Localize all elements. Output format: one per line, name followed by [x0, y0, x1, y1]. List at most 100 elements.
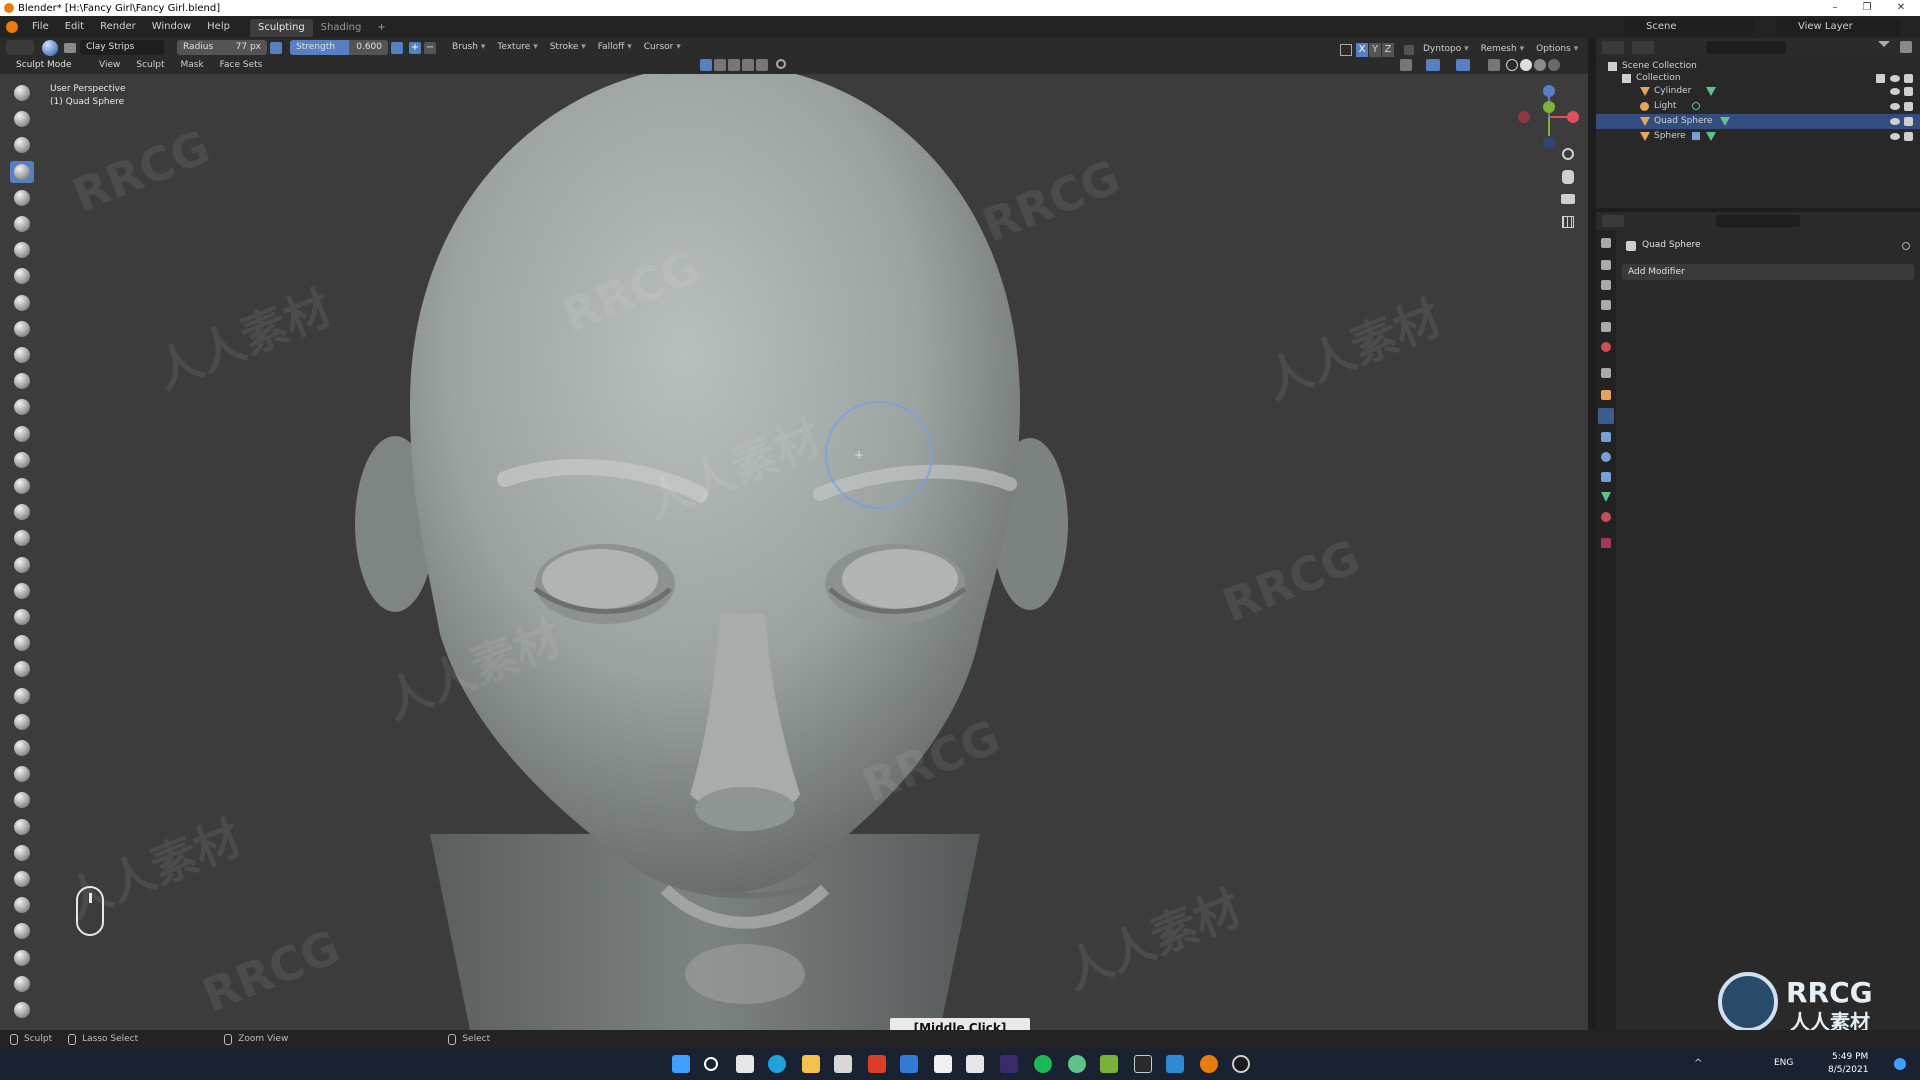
sculpt-tool-button[interactable] [10, 947, 34, 969]
outliner-item-cylinder[interactable]: Cylinder [1596, 84, 1920, 99]
symmetry-z-toggle[interactable]: Z [1382, 42, 1394, 57]
menu-sculpt[interactable]: Sculpt [128, 57, 172, 74]
properties-search-input[interactable] [1716, 215, 1800, 227]
mail-icon[interactable] [900, 1055, 918, 1073]
sculpt-tool-button[interactable] [10, 816, 34, 838]
eye-icon[interactable] [1890, 75, 1900, 82]
grid-view-icon[interactable] [1562, 216, 1574, 228]
add-direction-button[interactable]: + [409, 41, 421, 54]
add-modifier-button[interactable]: Add Modifier [1622, 264, 1914, 280]
close-button[interactable]: ✕ [1886, 0, 1916, 16]
task-view-icon[interactable] [736, 1055, 754, 1073]
sculpt-tool-button[interactable] [10, 632, 34, 654]
sculpt-tool-button[interactable] [10, 763, 34, 785]
brush-browse-icon[interactable] [64, 42, 76, 53]
sculpt-tool-button[interactable] [10, 265, 34, 287]
sculpt-tool-button[interactable] [10, 894, 34, 916]
gizmo-icon[interactable] [1426, 59, 1440, 71]
menu-help[interactable]: Help [199, 16, 238, 38]
sculpt-tool-button[interactable] [10, 658, 34, 680]
sculpt-tool-button[interactable] [10, 527, 34, 549]
outliner-search-input[interactable] [1706, 41, 1786, 54]
epic-icon[interactable] [1134, 1055, 1152, 1073]
app-icon[interactable] [966, 1055, 984, 1073]
texture-menu[interactable]: Texture [491, 38, 543, 57]
sculpt-tool-button[interactable] [10, 842, 34, 864]
sculpt-tool-button[interactable] [10, 239, 34, 261]
filter-icon[interactable] [1878, 41, 1890, 53]
output-tab-icon[interactable] [1601, 280, 1611, 290]
menu-view[interactable]: View [91, 57, 128, 74]
date-label[interactable]: 8/5/2021 [1828, 1065, 1868, 1075]
strength-pressure-icon[interactable] [391, 41, 403, 54]
symmetry-x-toggle[interactable]: X [1356, 42, 1368, 57]
overlay-icon[interactable] [1456, 59, 1470, 71]
notepad-icon[interactable] [934, 1055, 952, 1073]
mesh-icon[interactable] [728, 59, 740, 71]
sculpt-tool-button[interactable] [10, 187, 34, 209]
brush-name-field[interactable]: Clay Strips [80, 40, 164, 55]
sculpt-tool-button[interactable] [10, 580, 34, 602]
camera-render-icon[interactable] [1904, 87, 1913, 96]
blender-taskbar-icon[interactable] [1200, 1055, 1218, 1073]
maximize-button[interactable]: ❐ [1852, 0, 1882, 16]
physics-tab-icon[interactable] [1601, 452, 1611, 462]
falloff-menu[interactable]: Falloff [592, 38, 638, 57]
eye-icon[interactable] [1890, 118, 1900, 125]
new-collection-icon[interactable] [1900, 41, 1912, 53]
face-icon[interactable] [742, 59, 754, 71]
outliner-item-light[interactable]: Light [1596, 99, 1920, 114]
sculpt-tool-button[interactable] [10, 344, 34, 366]
view-layer-tab-icon[interactable] [1601, 300, 1611, 310]
particles-tab-icon[interactable] [1601, 432, 1611, 442]
material-shading-icon[interactable] [1534, 59, 1546, 71]
exclude-checkbox[interactable] [1876, 74, 1885, 83]
data-tab-icon[interactable] [1601, 492, 1611, 502]
sculpt-tool-button[interactable] [10, 737, 34, 759]
file-explorer-icon[interactable] [802, 1055, 820, 1073]
menu-file[interactable]: File [24, 16, 57, 38]
constraints-tab-icon[interactable] [1601, 472, 1611, 482]
symmetry-y-toggle[interactable]: Y [1369, 42, 1381, 57]
menu-face-sets[interactable]: Face Sets [212, 57, 271, 74]
brush-menu[interactable]: Brush [446, 38, 491, 57]
subtract-direction-button[interactable]: − [424, 41, 436, 54]
select-box-icon[interactable] [700, 59, 712, 71]
sculpt-tool-button[interactable] [10, 711, 34, 733]
menu-mask[interactable]: Mask [172, 57, 211, 74]
render-tab-icon[interactable] [1601, 260, 1611, 270]
3d-viewport[interactable]: RRCG 人人素材 RRCG 人人素材 RRCG 人人素材 RRCG 人人素材 … [0, 74, 1588, 1030]
object-icon[interactable] [714, 59, 726, 71]
chrome-icon[interactable] [1068, 1055, 1086, 1073]
sculpt-tool-button[interactable] [10, 999, 34, 1021]
sculpt-tool-button[interactable] [10, 134, 34, 156]
sculpt-tool-button[interactable] [10, 606, 34, 628]
blender-menu-icon[interactable] [6, 21, 18, 33]
outliner-item-quad-sphere[interactable]: Quad Sphere [1596, 114, 1920, 129]
sculpt-tool-button[interactable] [10, 789, 34, 811]
zoom-icon[interactable] [1562, 148, 1574, 160]
sculpt-tool-button[interactable] [10, 449, 34, 471]
notification-icon[interactable] [1894, 1058, 1906, 1070]
sculpt-tool-button[interactable] [10, 501, 34, 523]
camera-render-icon[interactable] [1904, 102, 1913, 111]
menu-window[interactable]: Window [144, 16, 199, 38]
sculpt-tool-button[interactable] [10, 920, 34, 942]
editor-type-icon[interactable] [6, 40, 34, 55]
scene-selector[interactable]: Scene [1624, 19, 1754, 35]
sculpt-tool-button[interactable] [10, 423, 34, 445]
pan-hand-icon[interactable] [1562, 170, 1574, 184]
office-icon[interactable] [868, 1055, 886, 1073]
sculpt-tool-button[interactable] [10, 685, 34, 707]
store-icon[interactable] [834, 1055, 852, 1073]
sculpt-tool-button[interactable] [10, 475, 34, 497]
eye-icon[interactable] [1890, 88, 1900, 95]
collection-tab-icon[interactable] [1601, 368, 1611, 378]
sculpt-tool-button[interactable] [10, 82, 34, 104]
camera-render-icon[interactable] [1904, 132, 1913, 141]
language-indicator[interactable]: ENG [1774, 1058, 1793, 1068]
sculpt-tool-button[interactable] [10, 318, 34, 340]
radius-field[interactable]: Radius 77 px [177, 40, 267, 55]
wireframe-shading-icon[interactable] [1506, 59, 1518, 71]
premiere-icon[interactable] [1000, 1055, 1018, 1073]
